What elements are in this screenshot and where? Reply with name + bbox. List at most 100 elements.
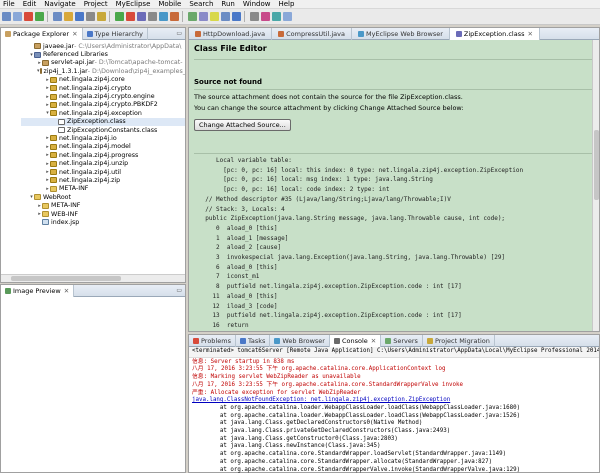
- tree-item[interactable]: index.jsp: [21, 218, 185, 226]
- toolbar-button-icon[interactable]: [283, 12, 292, 21]
- toolbar-button-icon[interactable]: [232, 12, 241, 21]
- bytecode-line: 8 putfield net.lingala.zip4j.exception.Z…: [198, 283, 462, 291]
- editor-tab[interactable]: HttpDownload.java: [189, 27, 273, 40]
- menu-file[interactable]: File: [3, 0, 15, 9]
- toolbar-button-icon[interactable]: [261, 12, 270, 21]
- editor-tab[interactable]: CompressUtil.java: [272, 27, 352, 40]
- tree-item[interactable]: ZipExceptionConstants.class: [21, 126, 185, 134]
- toolbar-button-icon[interactable]: [86, 12, 95, 21]
- toolbar-button-icon[interactable]: [250, 12, 259, 21]
- tree-item[interactable]: ▸ META-INF: [21, 201, 185, 209]
- menu-search[interactable]: Search: [189, 0, 213, 9]
- tree-item-label: javaee.jar: [43, 42, 75, 50]
- toolbar-button-icon[interactable]: [35, 12, 44, 21]
- minimize-icon[interactable]: ▭: [176, 287, 182, 294]
- console-tab[interactable]: Console ✕: [329, 334, 382, 347]
- toolbar-button-icon[interactable]: [188, 12, 197, 21]
- console-line: at java.lang.Class.newInstance(Class.jav…: [192, 443, 596, 451]
- tree-item[interactable]: ▸ net.lingala.zip4j.unzip: [21, 159, 185, 167]
- editor-tab[interactable]: ZipException.class ✕: [449, 27, 540, 40]
- tree-item[interactable]: ▸ WEB-INF: [21, 210, 185, 218]
- tree-item[interactable]: ▸ net.lingala.zip4j.zip: [21, 176, 185, 184]
- jsp-icon: [42, 219, 49, 226]
- close-icon[interactable]: ✕: [371, 337, 376, 345]
- menu-myeclipse[interactable]: MyEclipse: [116, 0, 151, 9]
- toolbar-button-icon[interactable]: [53, 12, 62, 21]
- toolbar-button-icon[interactable]: [221, 12, 230, 21]
- toolbar-button-icon[interactable]: [148, 12, 157, 21]
- menu-bar: File Edit Navigate Project MyEclipse Mobile Se…: [0, 0, 600, 9]
- menu-project[interactable]: Project: [84, 0, 108, 9]
- menu-mobile[interactable]: Mobile: [158, 0, 181, 9]
- tree-item[interactable]: ▸ net.lingala.zip4j.crypto.engine: [21, 92, 185, 100]
- toolbar-separator: [182, 11, 183, 22]
- toolbar-button-icon[interactable]: [137, 12, 146, 21]
- editor-tab-label: CompressUtil.java: [286, 29, 345, 38]
- toolbar-separator: [47, 11, 48, 22]
- menu-help[interactable]: Help: [278, 0, 294, 9]
- tree-item[interactable]: ▸ net.lingala.zip4j.io: [21, 134, 185, 142]
- toolbar-button-icon[interactable]: [75, 12, 84, 21]
- tree-item[interactable]: ▸ servlet-api.jar - D:\Tomcat\apache-tomc…: [21, 59, 185, 67]
- bytecode-line: // Stack: 3, Locals: 4: [198, 205, 285, 213]
- menu-navigate[interactable]: Navigate: [44, 0, 75, 9]
- toolbar-button-icon[interactable]: [159, 12, 168, 21]
- tree-item[interactable]: ▾ zip4j_1.3.1.jar - D:\Download\zip4j_exa…: [21, 67, 185, 75]
- console-tab[interactable]: Tasks: [236, 334, 271, 347]
- tab-type-hierarchy[interactable]: Type Hierarchy: [83, 27, 148, 40]
- toolbar-button-icon[interactable]: [126, 12, 135, 21]
- bytecode-line: 1 aload_1 [message]: [198, 234, 289, 242]
- tree-item[interactable]: ▸ net.lingala.zip4j.core: [21, 76, 185, 84]
- view-icon: [239, 337, 246, 344]
- menu-window[interactable]: Window: [243, 0, 271, 9]
- tree-item[interactable]: javaee.jar - C:\Users\Administrator\AppD…: [21, 42, 185, 50]
- console-tab[interactable]: Web Browser: [270, 334, 330, 347]
- close-icon[interactable]: ✕: [64, 287, 69, 295]
- tree-item[interactable]: ▸ net.lingala.zip4j.model: [21, 143, 185, 151]
- minimize-icon[interactable]: ▭: [176, 30, 182, 37]
- tree-item[interactable]: ZipException.class: [21, 117, 185, 126]
- horizontal-scrollbar[interactable]: [1, 274, 185, 282]
- menu-run[interactable]: Run: [221, 0, 234, 9]
- close-icon[interactable]: ✕: [527, 30, 532, 38]
- file-icon: [195, 30, 201, 37]
- console-line-text: at java.lang.Class.newInstance(Class.jav…: [192, 443, 381, 450]
- fld-icon: [34, 194, 41, 201]
- menu-edit[interactable]: Edit: [23, 0, 37, 9]
- toolbar-button-icon[interactable]: [13, 12, 22, 21]
- image-preview-tabbar: Image Preview ✕ ▭: [1, 284, 185, 297]
- console-line-text[interactable]: java.lang.ClassNotFoundException: net.li…: [192, 397, 450, 403]
- view-icon: [426, 337, 433, 344]
- toolbar-button-icon[interactable]: [170, 12, 179, 21]
- tree-item[interactable]: ▾ Referenced Libraries: [21, 50, 185, 58]
- tree-item[interactable]: ▸ net.lingala.zip4j.progress: [21, 151, 185, 159]
- tab-image-preview[interactable]: Image Preview ✕: [1, 284, 75, 297]
- tree-item[interactable]: ▸ net.lingala.zip4j.crypto.PBKDF2: [21, 101, 185, 109]
- change-attached-source-button[interactable]: Change Attached Source...: [194, 119, 291, 131]
- toolbar-button-icon[interactable]: [115, 12, 124, 21]
- toolbar-button-icon[interactable]: [97, 12, 106, 21]
- console-tab-label: Tasks: [247, 336, 266, 345]
- tree-item[interactable]: ▾ WebRoot: [21, 193, 185, 201]
- toolbar-button-icon[interactable]: [272, 12, 281, 21]
- toolbar-button-icon[interactable]: [199, 12, 208, 21]
- console-tab[interactable]: Servers: [381, 334, 423, 347]
- console-tab[interactable]: Problems: [189, 334, 236, 347]
- editor-tab[interactable]: MyEclipse Web Browser: [352, 27, 450, 40]
- tree-item[interactable]: ▸ net.lingala.zip4j.util: [21, 168, 185, 176]
- toolbar-button-icon[interactable]: [64, 12, 73, 21]
- console-tab[interactable]: Project Migration: [423, 334, 495, 347]
- tree-item[interactable]: ▸ META-INF: [21, 185, 185, 193]
- tree-item[interactable]: ▸ net.lingala.zip4j.crypto: [21, 84, 185, 92]
- vertical-scrollbar[interactable]: [592, 40, 599, 331]
- file-icon: [358, 30, 364, 37]
- tree-item[interactable]: ▾ net.lingala.zip4j.exception: [21, 109, 185, 117]
- scrollbar-thumb[interactable]: [11, 276, 121, 281]
- toolbar-button-icon[interactable]: [210, 12, 219, 21]
- toolbar-button-icon[interactable]: [2, 12, 11, 21]
- tab-package-explorer[interactable]: Package Explorer ✕: [1, 27, 83, 40]
- fld-icon: [42, 202, 49, 209]
- close-icon[interactable]: ✕: [72, 30, 77, 38]
- toolbar-button-icon[interactable]: [24, 12, 33, 21]
- scrollbar-thumb[interactable]: [594, 130, 599, 200]
